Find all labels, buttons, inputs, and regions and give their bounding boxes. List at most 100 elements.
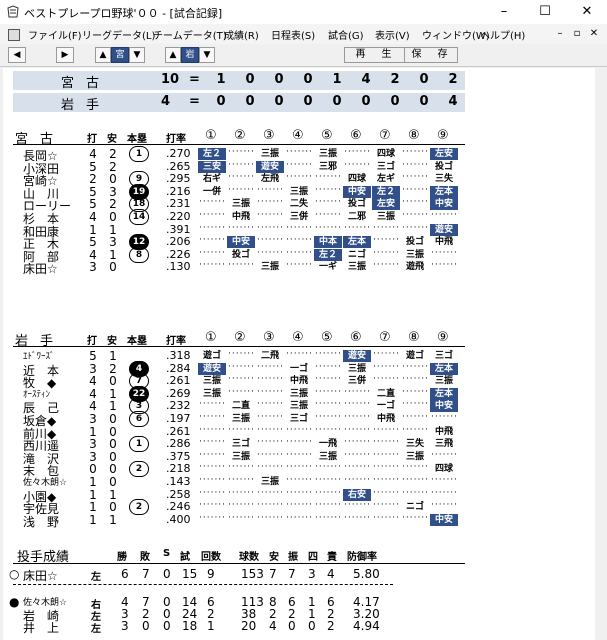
at-bat-empty: ······· [344, 399, 372, 410]
batter-h: 0 [109, 260, 117, 275]
at-bat-result: 四球 [434, 464, 453, 475]
at-bat-result: 遊ゴ [202, 351, 221, 361]
at-bat-result: 右安 [343, 488, 371, 501]
arrow-down-button-2[interactable]: ▼ [199, 47, 215, 63]
pitcher-stat: 153 [241, 567, 264, 581]
at-bat-result: 左本 [343, 236, 371, 249]
at-bat-empty: ······· [402, 172, 430, 183]
at-bat-result: 投ゴ [405, 237, 424, 248]
at-bat-result: 三振 [202, 388, 221, 399]
arrow-up-button[interactable]: ▲ [95, 47, 111, 63]
team1-button[interactable]: 宮 [111, 47, 129, 63]
at-bat-result: 一ゴ [289, 363, 308, 374]
inning-header: ② [234, 128, 246, 143]
at-bat-empty: ······· [228, 500, 256, 511]
save-button[interactable]: 保 存 [404, 47, 458, 63]
at-bat-empty: ······· [344, 222, 372, 233]
batter-avg: .232 [166, 399, 191, 413]
header-hr: 本塁 [127, 134, 147, 145]
replay-button[interactable]: 再 生 [344, 47, 406, 63]
at-bat-result: 中飛 [376, 414, 395, 424]
menu-view[interactable]: 表示(V) [375, 27, 410, 42]
pitcher-mark: ● [9, 595, 20, 609]
at-bat-empty: ······· [228, 512, 256, 523]
arrow-left-button[interactable]: ◀ [8, 47, 26, 63]
inning-header: ① [205, 128, 217, 143]
at-bat-empty: ······· [315, 374, 343, 385]
score-inning-cell: 0 [419, 94, 429, 109]
pitcher-stat: 0 [308, 619, 316, 633]
arrow-up-button-2[interactable]: ▲ [165, 47, 181, 63]
at-bat-empty: ······· [373, 437, 401, 448]
mdi-close-button[interactable]: ✕ [587, 28, 601, 40]
batter-avg: .258 [166, 487, 191, 501]
at-bat-empty: ······· [315, 462, 343, 473]
at-bat-result: 一飛 [318, 439, 337, 450]
batter-avg: .130 [166, 260, 191, 274]
at-bat-empty: ······· [257, 184, 285, 195]
at-bat-result: 中安 [227, 236, 255, 249]
pitching-header: 勝 [117, 552, 127, 563]
at-bat-empty: ······· [228, 361, 256, 372]
at-bat-empty: ······· [286, 222, 314, 233]
pitching-rule [13, 563, 465, 564]
at-bat-result: 三振 [231, 414, 250, 424]
at-bat-empty: ······· [315, 500, 343, 511]
document-icon[interactable] [8, 29, 20, 41]
close-button[interactable]: ✕ [572, 3, 602, 21]
menu-team-data[interactable]: チームデータ(T) [153, 27, 227, 42]
header-ab: 打 [87, 134, 97, 145]
minimize-button[interactable]: – [489, 3, 519, 21]
at-bat-empty: ······· [286, 147, 314, 157]
at-bat-result: 三振 [347, 262, 366, 273]
pitching-header: 試 [180, 552, 190, 563]
at-bat-empty: ······· [373, 222, 401, 233]
pitching-header: 防御率 [347, 552, 377, 563]
at-bat-result: 左安 [430, 148, 458, 160]
team2-button[interactable]: 岩 [181, 47, 199, 63]
at-bat-result: 左本 [430, 362, 458, 375]
at-bat-result: 中安 [430, 198, 458, 211]
at-bat-empty: ······· [344, 500, 372, 511]
pitching-header: 回数 [201, 552, 221, 563]
game-record-document: 宮古 10 = 1 0 0 0 1 4 2 0 2 岩手 4 = 0 0 0 0 0 0 0 0 4 宮古打安本塁 打率 ① ② ③ ④… [3, 68, 595, 640]
batter-name: 佐々木朗☆ [23, 478, 68, 488]
score-inning-cell: 4 [361, 72, 371, 87]
batter-avg: .218 [166, 462, 191, 476]
menu-help[interactable]: ヘルプ(H) [480, 27, 525, 42]
at-bat-result: 三ゴ [289, 414, 308, 424]
at-bat-empty: ······· [373, 475, 401, 485]
batter-ab: 1 [89, 512, 97, 527]
at-bat-empty: ······· [373, 260, 401, 271]
at-bat-result: 四球 [347, 174, 366, 185]
menu-bar: ファイル(F) リーグデータ(L) チームデータ(T) 成績(R) 日程表(S)… [0, 24, 607, 45]
menu-file[interactable]: ファイル(F) [28, 27, 82, 42]
mdi-minimize-button[interactable]: – [553, 28, 567, 40]
at-bat-empty: ······· [344, 424, 372, 435]
at-bat-result: 三振 [347, 363, 366, 374]
vertical-scrollbar[interactable] [595, 68, 607, 640]
mdi-restore-button[interactable]: ▫ [570, 28, 584, 40]
at-bat-empty: ······· [257, 512, 285, 523]
at-bat-empty: ······· [402, 159, 430, 170]
menu-stats[interactable]: 成績(R) [224, 27, 259, 42]
inning-header: ⑦ [379, 330, 391, 345]
menu-schedule[interactable]: 日程表(S) [271, 27, 315, 42]
at-bat-empty: ······· [228, 475, 256, 485]
arrow-right-button[interactable]: ▶ [56, 47, 74, 63]
pitcher-stat: 1 [207, 619, 215, 633]
at-bat-empty: ······· [286, 424, 314, 435]
at-bat-result: 三振 [260, 149, 279, 159]
menu-league-data[interactable]: リーグデータ(L) [82, 27, 155, 42]
at-bat-empty: ······· [228, 374, 256, 385]
menu-game[interactable]: 試合(G) [328, 27, 364, 42]
at-bat-result: 三振 [289, 186, 308, 197]
at-bat-empty: ······· [315, 475, 343, 485]
at-bat-result: 二飛 [260, 351, 279, 361]
inning-header: ⑧ [408, 330, 420, 345]
arrow-down-button[interactable]: ▼ [129, 47, 145, 63]
inning-header: ⑤ [321, 330, 333, 345]
maximize-button[interactable]: ☐ [530, 3, 560, 21]
pitcher-stat: 0 [163, 619, 171, 633]
pitcher-stat: 0 [163, 567, 171, 581]
